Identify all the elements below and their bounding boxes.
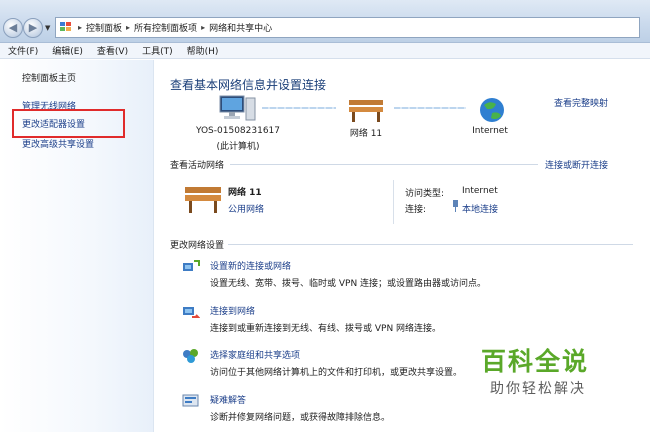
homegroup-icon: [183, 349, 198, 363]
breadcrumb[interactable]: ▸ 控制面板 ▸ 所有控制面板项 ▸ 网络和共享中心: [55, 17, 640, 38]
chevron-right-icon[interactable]: ▸: [78, 23, 82, 32]
menu-edit[interactable]: 编辑(E): [52, 44, 83, 57]
menu-bar: 文件(F) 编辑(E) 查看(V) 工具(T) 帮助(H): [0, 43, 650, 59]
connect-network-icon: [183, 307, 200, 318]
menu-file[interactable]: 文件(F): [8, 44, 38, 57]
map-connection-line: [262, 107, 336, 109]
task-link-connect-network[interactable]: 连接到网络: [210, 304, 255, 317]
chevron-right-icon[interactable]: ▸: [201, 23, 205, 32]
active-network-name: 网络 11: [228, 188, 262, 198]
access-type-value: Internet: [462, 186, 498, 196]
computer-name-label: YOS-01508231617: [195, 126, 281, 136]
section-divider: [228, 244, 633, 245]
task-link-new-connection[interactable]: 设置新的连接或网络: [210, 259, 291, 272]
bench-network-icon: [185, 187, 221, 213]
page-title: 查看基本网络信息并设置连接: [170, 78, 327, 92]
new-connection-icon: [183, 260, 200, 271]
connect-disconnect-link[interactable]: 连接或断开连接: [545, 158, 608, 171]
map-connection-line: [394, 107, 466, 109]
access-type-label: 访问类型:: [405, 189, 445, 199]
ethernet-icon: [453, 200, 458, 212]
task-desc-new-connection: 设置无线、宽带、拨号、临时或 VPN 连接；或设置路由器或访问点。: [210, 279, 487, 289]
task-desc-homegroup: 访问位于其他网络计算机上的文件和打印机，或更改共享设置。: [210, 368, 463, 378]
connections-label: 连接:: [405, 205, 427, 215]
bench-network-icon[interactable]: [347, 98, 387, 124]
sidebar-home-link[interactable]: 控制面板主页: [22, 71, 76, 84]
network-type-link[interactable]: 公用网络: [228, 202, 264, 215]
history-dropdown-icon[interactable]: ▼: [45, 24, 50, 32]
computer-icon[interactable]: [218, 94, 258, 124]
sidebar-item-advanced-sharing[interactable]: 更改高级共享设置: [22, 137, 94, 150]
menu-tools[interactable]: 工具(T): [142, 44, 173, 57]
task-desc-connect-network: 连接到或重新连接到无线、有线、拨号或 VPN 网络连接。: [210, 324, 442, 334]
vertical-divider: [393, 180, 394, 224]
network-name-label: 网络 11: [349, 129, 383, 139]
back-button[interactable]: ◀: [3, 18, 23, 38]
full-map-link[interactable]: 查看完整映射: [554, 96, 608, 109]
globe-icon[interactable]: [478, 96, 506, 124]
watermark-title: 百科全说: [481, 347, 590, 376]
menu-help[interactable]: 帮助(H): [187, 44, 219, 57]
control-panel-icon: [60, 21, 74, 34]
breadcrumb-control-panel[interactable]: 控制面板: [86, 21, 122, 34]
breadcrumb-all-items[interactable]: 所有控制面板项: [134, 21, 197, 34]
computer-sub-label: (此计算机): [216, 142, 260, 152]
change-settings-heading: 更改网络设置: [170, 241, 225, 251]
breadcrumb-network-center[interactable]: 网络和共享中心: [209, 21, 272, 34]
watermark-subtitle: 助你轻松解决: [490, 381, 586, 397]
forward-button[interactable]: ▶: [23, 18, 43, 38]
local-connection-link[interactable]: 本地连接: [462, 202, 498, 215]
internet-label: Internet: [472, 126, 508, 136]
section-divider: [230, 164, 538, 165]
chevron-right-icon[interactable]: ▸: [126, 23, 130, 32]
troubleshoot-icon: [182, 394, 199, 407]
task-link-homegroup[interactable]: 选择家庭组和共享选项: [210, 348, 300, 361]
address-bar: ◀ ▶ ▼ ▸ 控制面板 ▸ 所有控制面板项 ▸ 网络和共享中心: [0, 0, 650, 43]
highlight-box: [12, 109, 125, 138]
menu-view[interactable]: 查看(V): [97, 44, 128, 57]
task-link-troubleshoot[interactable]: 疑难解答: [210, 393, 246, 406]
task-desc-troubleshoot: 诊断并修复网络问题，或获得故障排除信息。: [210, 413, 391, 423]
active-networks-heading: 查看活动网络: [170, 161, 225, 171]
